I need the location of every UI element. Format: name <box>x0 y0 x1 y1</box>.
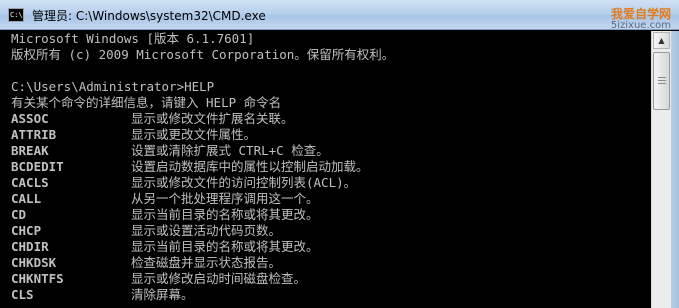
command-description: 从另一个批处理程序调用这一个。 <box>131 191 319 206</box>
command-row: CALL 从另一个批处理程序调用这一个。 <box>8 191 651 207</box>
cmd-window: C:\ 管理员: C:\Windows\system32\CMD.exe 我爱自… <box>0 0 679 308</box>
command-row: CHDIR 显示当前目录的名称或将其更改。 <box>8 239 651 255</box>
command-name: BCDEDIT <box>11 159 64 174</box>
command-name: CHKNTFS <box>11 271 64 286</box>
command-name: CACLS <box>11 175 49 190</box>
command-name: CHDIR <box>11 239 49 254</box>
command-name: CD <box>11 207 27 222</box>
command-row: BCDEDIT 设置启动数据库中的属性以控制启动加载。 <box>8 159 651 175</box>
command-name: CLS <box>11 287 34 302</box>
title-bar[interactable]: C:\ 管理员: C:\Windows\system32\CMD.exe 我爱自… <box>0 0 679 32</box>
command-name: ASSOC <box>11 111 49 126</box>
command-name: CHCP <box>11 223 42 238</box>
command-description: 显示当前目录的名称或将其更改。 <box>131 239 319 254</box>
command-description: 显示或修改文件扩展名关联。 <box>131 111 294 126</box>
command-row: BREAK 设置或清除扩展式 CTRL+C 检查。 <box>8 143 651 159</box>
command-row: CD 显示当前目录的名称或将其更改。 <box>8 207 651 223</box>
console-line: C:\Users\Administrator>HELP <box>8 79 651 95</box>
command-row: CHCP 显示或设置活动代码页数。 <box>8 223 651 239</box>
command-description: 显示或修改文件的访问控制列表(ACL)。 <box>131 175 357 190</box>
console-line-text: Microsoft Windows [版本 6.1.7601] <box>11 31 255 46</box>
command-description: 检查磁盘并显示状态报告。 <box>131 255 282 270</box>
vertical-scrollbar[interactable]: ▲ <box>651 31 671 308</box>
scroll-up-arrow-icon[interactable]: ▲ <box>653 32 670 49</box>
console-line-text: 版权所有 (c) 2009 Microsoft Corporation。保留所有… <box>11 47 395 62</box>
console-line: 版权所有 (c) 2009 Microsoft Corporation。保留所有… <box>8 47 651 63</box>
command-name: BREAK <box>11 143 49 158</box>
command-name: CHKDSK <box>11 255 57 270</box>
command-description: 显示当前目录的名称或将其更改。 <box>131 207 319 222</box>
command-name: ATTRIB <box>11 127 57 142</box>
console-line: 有关某个命令的详细信息，请键入 HELP 命令名 <box>8 95 651 111</box>
console-line-text: C:\Users\Administrator>HELP <box>11 79 215 94</box>
command-description: 清除屏幕。 <box>131 287 194 302</box>
command-row: CHKDSK 检查磁盘并显示状态报告。 <box>8 255 651 271</box>
command-description: 显示或修改启动时间磁盘检查。 <box>131 271 307 286</box>
command-description: 显示或设置活动代码页数。 <box>131 223 282 238</box>
command-description: 设置或清除扩展式 CTRL+C 检查。 <box>131 143 329 158</box>
command-description: 设置启动数据库中的属性以控制启动加载。 <box>131 159 369 174</box>
watermark-text: 我爱自学网 <box>610 7 671 21</box>
command-row: ATTRIB 显示或更改文件属性。 <box>8 127 651 143</box>
console-output[interactable]: Microsoft Windows [版本 6.1.7601] 版权所有 (c) … <box>8 31 651 308</box>
command-description: 显示或更改文件属性。 <box>131 127 257 142</box>
window-frame-right <box>671 31 679 308</box>
console-line-text: 有关某个命令的详细信息，请键入 HELP 命令名 <box>11 95 282 110</box>
console-line: Microsoft Windows [版本 6.1.7601] <box>8 31 651 47</box>
watermark-logo: 我爱自学网 5izixue.com <box>611 8 671 32</box>
command-row: ASSOC 显示或修改文件扩展名关联。 <box>8 111 651 127</box>
command-row: CACLS 显示或修改文件的访问控制列表(ACL)。 <box>8 175 651 191</box>
scroll-thumb[interactable] <box>653 52 670 110</box>
window-title: 管理员: C:\Windows\system32\CMD.exe <box>32 9 266 23</box>
command-name: CALL <box>11 191 42 206</box>
cmd-app-icon[interactable]: C:\ <box>8 8 24 22</box>
command-row: CLS 清除屏幕。 <box>8 287 651 303</box>
command-row: CHKNTFS 显示或修改启动时间磁盘检查。 <box>8 271 651 287</box>
